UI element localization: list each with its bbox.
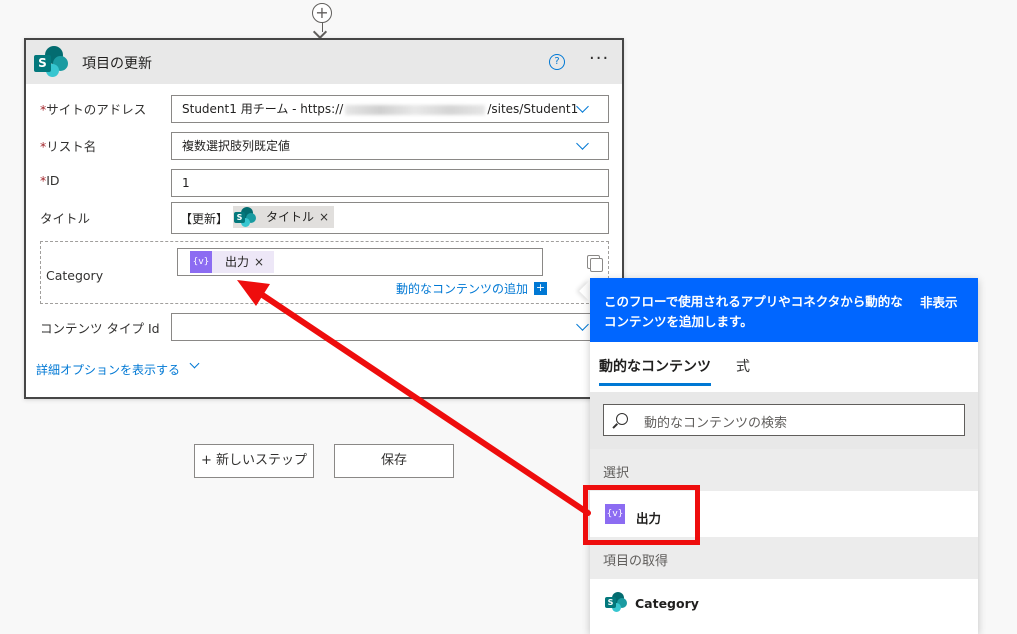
close-icon[interactable]: × — [319, 206, 329, 228]
category-input[interactable]: {v} 出力 × — [177, 248, 543, 276]
panel-header-text: このフローで使用されるアプリやコネクタから動的なコンテンツを追加します。 — [604, 294, 903, 329]
id-label: *ID — [40, 173, 60, 188]
save-button[interactable]: 保存 — [334, 444, 454, 478]
help-icon[interactable]: ? — [549, 54, 565, 70]
category-dynamic-token[interactable]: {v} 出力 × — [190, 251, 274, 273]
list-name-dropdown[interactable]: 複数選択肢列既定値 — [171, 132, 609, 160]
list-name-label: *リスト名 — [40, 139, 97, 154]
site-address-value-suffix: /sites/Student1 — [487, 102, 579, 116]
add-icon[interactable]: + — [534, 282, 547, 295]
active-tab-indicator — [599, 383, 711, 386]
title-token-label: タイトル — [266, 210, 315, 224]
category-field-area: Category {v} 出力 × 動的なコンテンツの追加 + — [40, 241, 609, 304]
dynamic-content-search-input[interactable]: 動的なコンテンツの検索 — [603, 404, 965, 436]
card-title: 項目の更新 — [82, 56, 152, 72]
sharepoint-icon: S — [34, 46, 68, 78]
site-address-label: *サイトのアドレス — [40, 102, 147, 117]
update-item-action-card: S 項目の更新 ? ··· *サイトのアドレス Student1 用チーム - … — [24, 38, 624, 399]
annotation-highlight-box — [583, 485, 700, 545]
id-input[interactable]: 1 — [171, 169, 609, 197]
show-advanced-options-link[interactable]: 詳細オプションを表示する — [36, 361, 180, 378]
copy-icon-back — [590, 258, 603, 272]
add-dynamic-content-link[interactable]: 動的なコンテンツの追加 — [396, 280, 528, 297]
title-dynamic-token[interactable]: S タイトル × — [233, 206, 334, 228]
sharepoint-icon: S — [234, 207, 256, 227]
close-icon[interactable]: × — [254, 251, 264, 273]
id-value: 1 — [182, 176, 190, 190]
site-address-value-prefix: Student1 用チーム - https:// — [182, 102, 344, 116]
title-prefix-text: 【更新】 — [180, 212, 229, 226]
more-options-icon[interactable]: ··· — [589, 48, 609, 69]
section-label: 項目の取得 — [603, 554, 669, 569]
sharepoint-icon: S — [605, 592, 627, 612]
list-item-category[interactable]: S Category — [590, 579, 978, 627]
list-item-label: Category — [635, 596, 699, 611]
chevron-down-icon[interactable] — [189, 358, 200, 369]
connector-arrow-icon — [312, 24, 328, 40]
section-label: 選択 — [603, 466, 630, 481]
tab-dynamic-content[interactable]: 動的なコンテンツ — [599, 356, 711, 376]
category-label: Category — [46, 268, 104, 283]
panel-header: このフローで使用されるアプリやコネクタから動的なコンテンツを追加します。 非表示 — [590, 278, 978, 342]
card-header[interactable]: S 項目の更新 ? ··· — [26, 40, 622, 84]
insert-step-button[interactable]: + — [312, 3, 332, 23]
dynamic-content-panel: このフローで使用されるアプリやコネクタから動的なコンテンツを追加します。 非表示… — [590, 278, 978, 634]
title-input[interactable]: 【更新】 S タイトル × — [171, 202, 609, 234]
tab-expression[interactable]: 式 — [736, 356, 750, 376]
blurred-region — [345, 104, 486, 115]
site-address-dropdown[interactable]: Student1 用チーム - https:// /sites/Student1 — [171, 95, 609, 123]
list-name-value: 複数選択肢列既定値 — [182, 139, 291, 153]
title-label: タイトル — [40, 211, 91, 226]
content-type-id-label: コンテンツ タイプ Id — [40, 321, 160, 336]
hide-panel-button[interactable]: 非表示 — [920, 292, 958, 311]
new-step-button[interactable]: + 新しいステップ — [194, 444, 314, 478]
search-icon — [616, 413, 628, 425]
variable-icon: {v} — [190, 251, 212, 273]
content-type-id-dropdown[interactable] — [171, 313, 609, 341]
search-area: 動的なコンテンツの検索 — [590, 392, 978, 450]
search-placeholder: 動的なコンテンツの検索 — [644, 416, 788, 431]
category-token-label: 出力 — [225, 255, 250, 269]
